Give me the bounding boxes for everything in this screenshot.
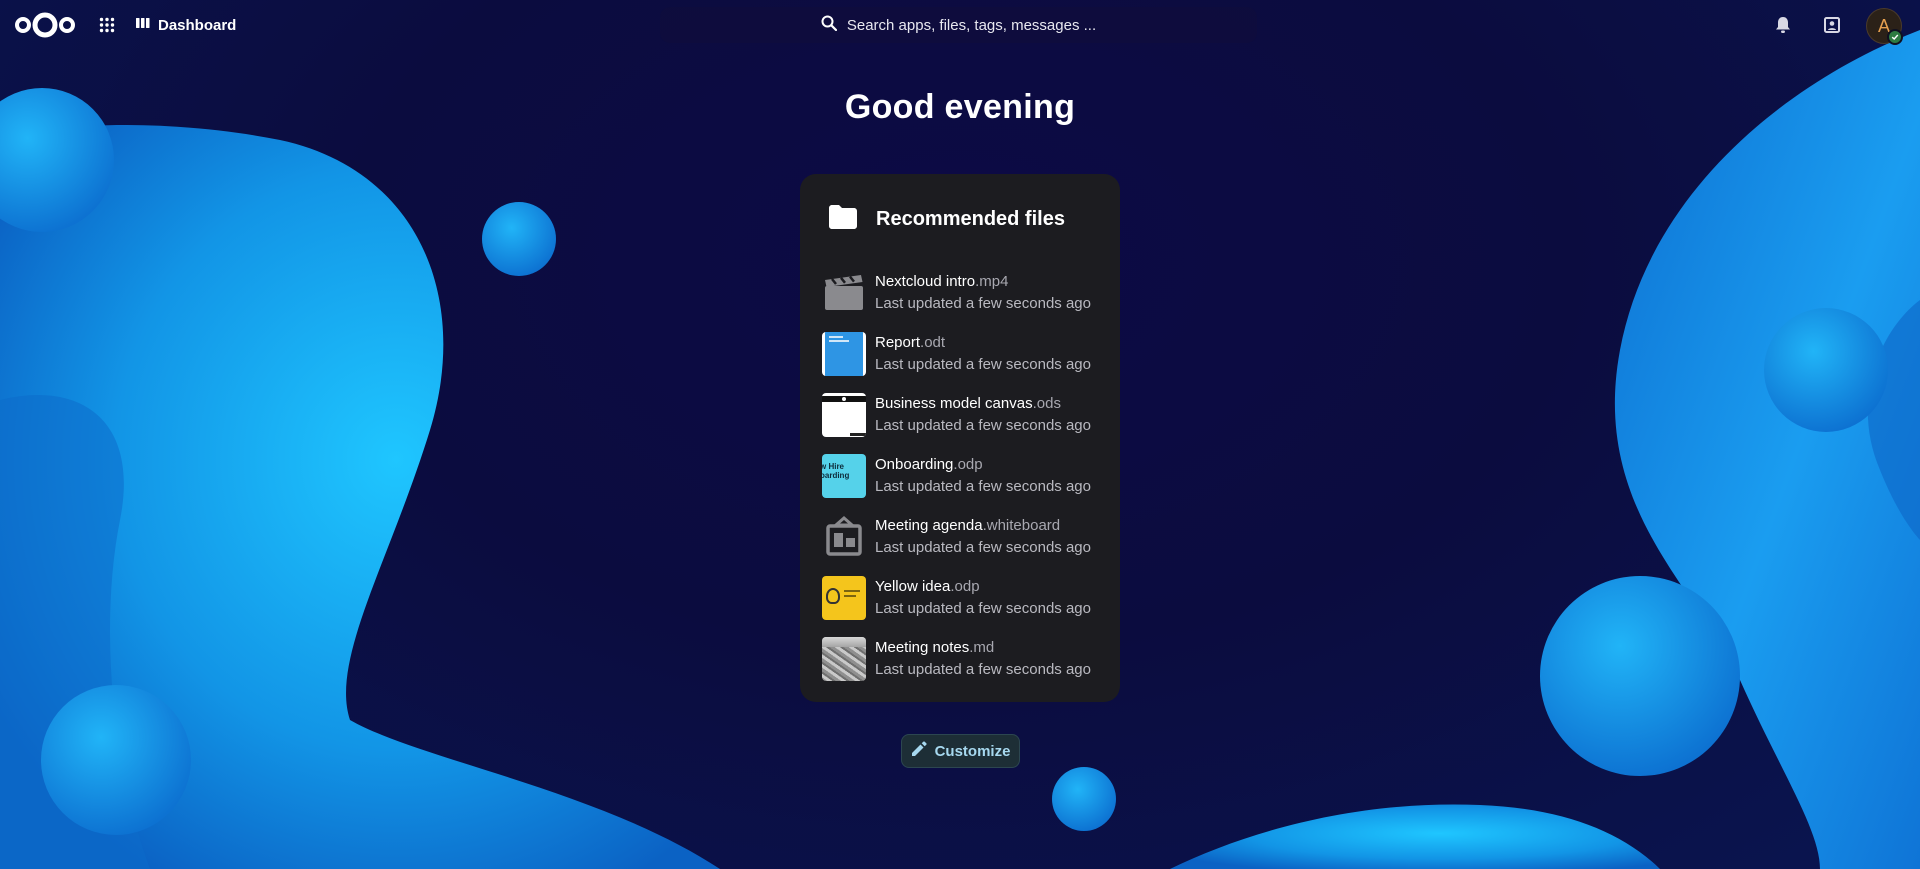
document-preview bbox=[822, 332, 866, 376]
thumb-text: w Hire oarding bbox=[822, 462, 850, 480]
whiteboard-icon bbox=[822, 515, 866, 559]
file-name: Yellow idea.odp bbox=[875, 578, 980, 595]
video-icon bbox=[822, 271, 866, 315]
file-updated: Last updated a few seconds ago bbox=[875, 661, 1091, 678]
file-updated: Last updated a few seconds ago bbox=[875, 417, 1091, 434]
file-name: Onboarding.odp bbox=[875, 456, 983, 473]
file-info: Nextcloud intro.mp4 Last updated a few s… bbox=[875, 271, 1091, 315]
file-name: Business model canvas.ods bbox=[875, 395, 1061, 412]
contacts-menu-icon[interactable] bbox=[1820, 13, 1844, 37]
nextcloud-logo-icon[interactable] bbox=[14, 11, 76, 39]
pencil-icon bbox=[911, 740, 927, 762]
file-updated: Last updated a few seconds ago bbox=[875, 478, 1091, 495]
file-info: Meeting notes.md Last updated a few seco… bbox=[875, 637, 1091, 681]
recommended-files-widget: Recommended files Nextcloud intro.mp4 La… bbox=[800, 174, 1120, 702]
customize-label: Customize bbox=[934, 742, 1011, 760]
file-info: Yellow idea.odp Last updated a few secon… bbox=[875, 576, 1091, 620]
photo-preview bbox=[822, 637, 866, 681]
folder-icon bbox=[828, 204, 858, 235]
notifications-bell-icon[interactable] bbox=[1771, 13, 1795, 37]
top-bar: Dashboard Search apps, files, tags, mess… bbox=[0, 0, 1920, 50]
file-name: Meeting notes.md bbox=[875, 639, 995, 656]
widget-header: Recommended files bbox=[828, 204, 1065, 235]
spreadsheet-preview bbox=[822, 393, 866, 437]
greeting-heading: Good evening bbox=[844, 88, 1076, 126]
customize-button[interactable]: Customize bbox=[901, 734, 1020, 768]
file-updated: Last updated a few seconds ago bbox=[875, 356, 1091, 373]
file-info: Meeting agenda.whiteboard Last updated a… bbox=[875, 515, 1091, 559]
yellow-presentation-preview bbox=[822, 576, 866, 620]
list-item[interactable]: Business model canvas.ods Last updated a… bbox=[822, 390, 1112, 440]
file-updated: Last updated a few seconds ago bbox=[875, 539, 1091, 556]
list-item[interactable]: Meeting agenda.whiteboard Last updated a… bbox=[822, 512, 1112, 562]
app-menu-icon[interactable] bbox=[99, 17, 115, 33]
unified-search-input[interactable]: Search apps, files, tags, messages ... bbox=[660, 7, 1257, 43]
file-name: Nextcloud intro.mp4 bbox=[875, 273, 1009, 290]
dashboard-label: Dashboard bbox=[158, 16, 237, 34]
list-item[interactable]: Report.odt Last updated a few seconds ag… bbox=[822, 329, 1112, 379]
user-avatar[interactable]: A bbox=[1866, 8, 1903, 45]
list-item[interactable]: Nextcloud intro.mp4 Last updated a few s… bbox=[822, 268, 1112, 318]
dashboard-icon bbox=[136, 16, 150, 34]
file-name: Report.odt bbox=[875, 334, 946, 351]
widget-title: Recommended files bbox=[876, 208, 1065, 230]
file-updated: Last updated a few seconds ago bbox=[875, 295, 1091, 312]
presentation-preview: w Hire oarding bbox=[822, 454, 866, 498]
file-info: Report.odt Last updated a few seconds ag… bbox=[875, 332, 1091, 376]
file-name: Meeting agenda.whiteboard bbox=[875, 517, 1061, 534]
dashboard-app-link[interactable]: Dashboard bbox=[136, 13, 236, 37]
file-info: Onboarding.odp Last updated a few second… bbox=[875, 454, 1091, 498]
file-info: Business model canvas.ods Last updated a… bbox=[875, 393, 1091, 437]
search-placeholder: Search apps, files, tags, messages ... bbox=[846, 16, 1097, 34]
online-status-icon bbox=[1887, 29, 1903, 45]
list-item[interactable]: Meeting notes.md Last updated a few seco… bbox=[822, 634, 1112, 684]
file-updated: Last updated a few seconds ago bbox=[875, 600, 1091, 617]
search-icon bbox=[821, 15, 837, 36]
list-item[interactable]: w Hire oarding Onboarding.odp Last updat… bbox=[822, 451, 1112, 501]
list-item[interactable]: Yellow idea.odp Last updated a few secon… bbox=[822, 573, 1112, 623]
